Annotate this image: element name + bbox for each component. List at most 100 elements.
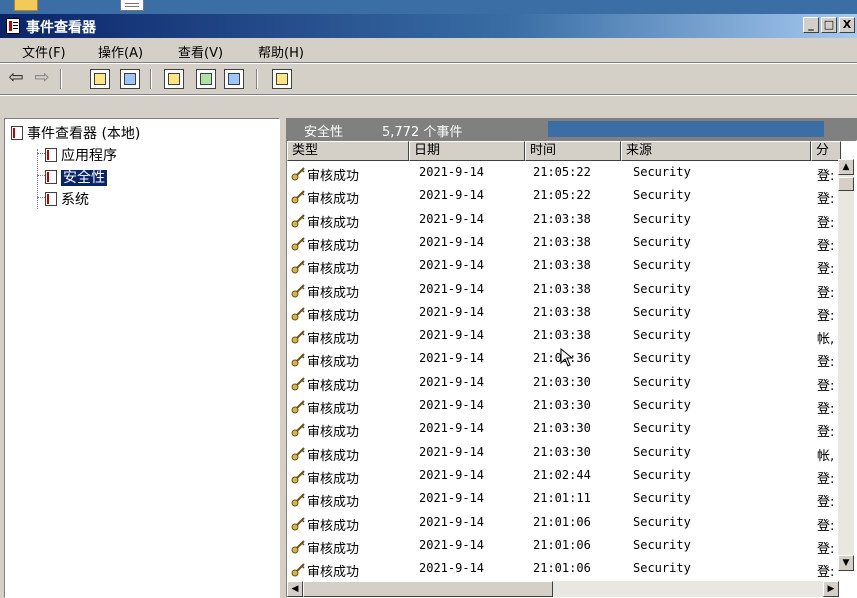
help-icon[interactable] xyxy=(272,69,292,89)
cell-category: 登: xyxy=(817,471,835,487)
cell-source: Security xyxy=(633,467,691,482)
title-bar[interactable]: 事件查看器 _ □ X xyxy=(0,14,857,38)
cell-source: Security xyxy=(633,514,691,529)
table-row[interactable]: 审核成功 2021-9-14 21:01:06 Security 登: xyxy=(287,534,834,557)
up-folder-icon[interactable] xyxy=(90,69,110,89)
table-row[interactable]: 审核成功 2021-9-14 21:01:06 Security 登: xyxy=(287,557,834,580)
column-header-date[interactable]: 日期 xyxy=(409,141,525,161)
table-row[interactable]: 审核成功 2021-9-14 21:02:44 Security 登: xyxy=(287,464,834,487)
cell-type: 审核成功 xyxy=(307,355,360,371)
cell-source: Security xyxy=(633,374,691,389)
refresh-icon[interactable] xyxy=(196,69,216,89)
table-row[interactable]: 审核成功 2021-9-14 21:03:38 Security 帐, xyxy=(287,324,834,347)
audit-success-key-icon xyxy=(291,446,305,461)
audit-success-key-icon xyxy=(291,237,305,251)
cell-category: 登: xyxy=(817,355,835,371)
table-row[interactable]: 审核成功 2021-9-14 21:03:38 Security 登: xyxy=(287,278,834,301)
cell-category: 登: xyxy=(817,565,835,581)
cell-time: 21:03:30 xyxy=(533,444,591,459)
cell-time: 21:05:22 xyxy=(533,188,591,203)
cell-time: 21:03:38 xyxy=(533,328,591,343)
cell-type: 审核成功 xyxy=(307,262,360,278)
column-header-type[interactable]: 类型 xyxy=(287,141,409,161)
cell-type: 审核成功 xyxy=(307,169,360,184)
cell-source: Security xyxy=(633,491,691,506)
cell-time: 21:03:38 xyxy=(533,258,591,273)
cell-date: 2021-9-14 xyxy=(419,165,485,179)
cell-type: 审核成功 xyxy=(307,402,360,417)
cell-category: 登: xyxy=(817,262,835,278)
scroll-down-button[interactable]: ▼ xyxy=(838,555,854,571)
cell-time: 21:03:38 xyxy=(533,281,591,296)
cell-type: 审核成功 xyxy=(307,495,360,511)
cell-source: Security xyxy=(633,165,691,179)
back-arrow-icon[interactable]: ⇦ xyxy=(6,69,26,89)
toolbar-separator xyxy=(60,69,62,89)
tree-root[interactable]: 事件查看器 (本地) xyxy=(11,123,140,143)
scroll-up-button[interactable]: ▲ xyxy=(838,159,854,175)
show-hide-tree-icon[interactable] xyxy=(120,69,140,89)
audit-success-key-icon xyxy=(291,400,305,414)
table-row[interactable]: 审核成功 2021-9-14 21:03:30 Security 登: xyxy=(287,417,834,440)
cell-source: Security xyxy=(633,398,691,412)
mouse-cursor-icon xyxy=(560,348,574,367)
cell-time: 21:03:30 xyxy=(533,374,591,389)
cell-source: Security xyxy=(633,328,691,343)
column-header-time[interactable]: 时间 xyxy=(525,141,621,161)
audit-success-key-icon xyxy=(291,190,305,204)
table-row[interactable]: 审核成功 2021-9-14 21:03:30 Security 帐, xyxy=(287,441,834,464)
menu-view[interactable]: 查看(V) xyxy=(178,42,223,61)
table-row[interactable]: 审核成功 2021-9-14 21:03:30 Security 登: xyxy=(287,394,834,417)
cell-type: 审核成功 xyxy=(307,518,360,534)
scroll-right-button[interactable]: ▶ xyxy=(823,581,839,597)
menu-file[interactable]: 文件(F) xyxy=(22,42,66,61)
column-header-source[interactable]: 来源 xyxy=(621,141,811,161)
event-viewer-app-icon[interactable] xyxy=(6,18,20,34)
table-row[interactable]: 审核成功 2021-9-14 21:05:22 Security 登: xyxy=(287,161,834,184)
cell-category: 登: xyxy=(817,192,835,208)
toolbar-separator xyxy=(256,69,258,89)
cell-source: Security xyxy=(633,211,691,226)
minimize-button[interactable]: _ xyxy=(803,17,819,33)
event-list: 类型 日期 时间 来源 分 审核成功 2021-9-14 21:05:22 Secur… xyxy=(286,140,857,598)
table-row[interactable]: 审核成功 2021-9-14 21:05:22 Security 登: xyxy=(287,184,834,207)
tree-root-label: 事件查看器 (本地) xyxy=(27,126,141,142)
horizontal-scrollbar[interactable]: ◀ ▶ xyxy=(287,581,839,597)
menu-action[interactable]: 操作(A) xyxy=(98,42,143,61)
cell-category: 登: xyxy=(817,215,835,231)
tree-item-system[interactable]: 系统 xyxy=(45,189,89,209)
cell-category: 登: xyxy=(817,238,835,254)
tree-item-security[interactable]: 安全性 xyxy=(45,167,107,187)
table-row[interactable]: 审核成功 2021-9-14 21:03:38 Security 登: xyxy=(287,208,834,231)
cell-category: 登: xyxy=(817,541,835,557)
desktop-document-icon[interactable] xyxy=(120,0,144,11)
scroll-thumb-horizontal[interactable] xyxy=(303,581,553,597)
menu-help[interactable]: 帮助(H) xyxy=(258,42,304,61)
event-viewer-icon xyxy=(11,126,23,140)
tree-item-application[interactable]: 应用程序 xyxy=(45,145,117,165)
column-header-category[interactable]: 分 xyxy=(811,141,841,161)
cell-category: 登: xyxy=(817,378,835,394)
console-tree: 事件查看器 (本地) 应用程序 安全性 系统 xyxy=(4,118,280,598)
table-row[interactable]: 审核成功 2021-9-14 21:03:38 Security 登: xyxy=(287,254,834,278)
table-row[interactable]: 审核成功 2021-9-14 21:03:38 Security 登: xyxy=(287,231,834,254)
log-icon xyxy=(45,170,57,184)
cell-date: 2021-9-14 xyxy=(419,421,485,436)
table-row[interactable]: 审核成功 2021-9-14 21:03:30 Security 登: xyxy=(287,371,834,394)
audit-success-key-icon xyxy=(291,563,305,577)
table-row[interactable]: 审核成功 2021-9-14 21:01:06 Security 登: xyxy=(287,511,834,534)
table-row[interactable]: 审核成功 2021-9-14 21:01:11 Security 登: xyxy=(287,487,834,511)
desktop-folder-icon[interactable] xyxy=(14,0,38,11)
forward-arrow-icon[interactable]: ⇨ xyxy=(32,69,52,89)
close-button[interactable]: X xyxy=(839,17,855,33)
properties-icon[interactable] xyxy=(164,69,184,89)
table-row[interactable]: 审核成功 2021-9-14 21:03:38 Security 登: xyxy=(287,301,834,324)
export-list-icon[interactable] xyxy=(224,69,244,89)
cell-category: 登: xyxy=(817,169,835,184)
cell-category: 帐, xyxy=(817,332,835,348)
vertical-scrollbar[interactable]: ▲ ▼ xyxy=(838,159,854,571)
maximize-button[interactable]: □ xyxy=(821,17,837,33)
scroll-thumb[interactable] xyxy=(838,177,854,191)
table-row[interactable]: 审核成功2021-9-1421:03:36Security登: xyxy=(287,347,834,371)
scroll-left-button[interactable]: ◀ xyxy=(287,581,303,597)
